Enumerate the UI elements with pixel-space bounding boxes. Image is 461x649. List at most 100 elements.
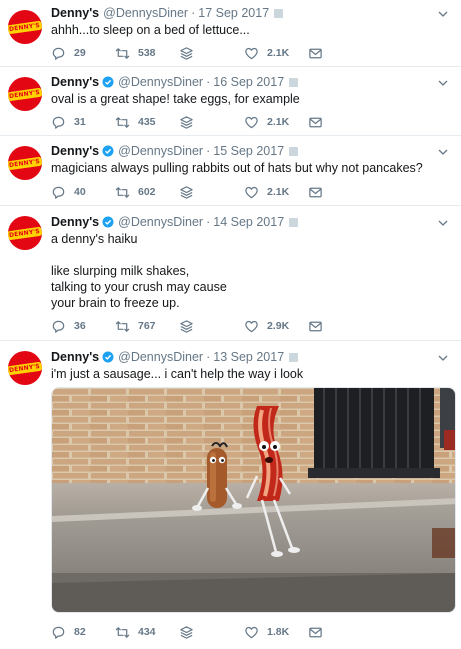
tweet-text-line: your brain to freeze up. — [51, 296, 180, 310]
separator-dot: · — [206, 350, 211, 364]
chevron-down-icon[interactable] — [437, 352, 449, 364]
tweet[interactable]: DENNY'S Denny's @DennysDiner · 17 Sep 20… — [0, 0, 461, 67]
tweet-actions: 40 602 2.1K — [51, 185, 331, 201]
retweet-count: 602 — [138, 186, 156, 198]
stack-button[interactable] — [179, 115, 202, 130]
tweet-date[interactable]: 14 Sep 2017 — [213, 215, 284, 229]
tweet-actions: 82 434 1.8K — [51, 625, 331, 641]
tweet-text-line: like slurping milk shakes, — [51, 264, 190, 278]
retweet-icon — [115, 48, 130, 59]
user-handle[interactable]: @DennysDiner — [118, 75, 203, 89]
message-button[interactable] — [308, 625, 331, 640]
user-handle[interactable]: @DennysDiner — [103, 6, 188, 20]
verified-icon — [102, 145, 114, 157]
tweet-text-line: oval is a great shape! take eggs, for ex… — [51, 92, 300, 106]
separator-dot: · — [206, 144, 211, 158]
avatar[interactable]: DENNY'S — [8, 77, 42, 111]
like-count: 1.8K — [267, 626, 290, 638]
user-handle[interactable]: @DennysDiner — [118, 350, 203, 364]
reply-icon — [52, 186, 65, 199]
heart-icon — [245, 186, 258, 199]
like-count: 2.1K — [267, 116, 290, 128]
tweet-header: Denny's @DennysDiner · 15 Sep 2017 — [51, 144, 299, 158]
retweet-button[interactable]: 434 — [115, 625, 156, 640]
like-button[interactable]: 1.8K — [244, 625, 289, 640]
verified-icon — [102, 76, 114, 88]
retweet-icon — [115, 321, 130, 332]
message-button[interactable] — [308, 185, 331, 200]
message-button[interactable] — [308, 46, 331, 61]
display-name[interactable]: Denny's — [51, 144, 99, 158]
reply-count: 36 — [74, 320, 86, 332]
retweet-count: 767 — [138, 320, 156, 332]
tweet-date[interactable]: 13 Sep 2017 — [213, 350, 284, 364]
display-name[interactable]: Denny's — [51, 6, 99, 20]
separator-dot: · — [206, 75, 211, 89]
sausage-bacon-photo — [52, 388, 455, 612]
stack-button[interactable] — [179, 319, 202, 334]
mail-icon — [309, 627, 322, 638]
mail-icon — [309, 117, 322, 128]
status-square-icon — [289, 77, 299, 87]
tweet-date[interactable]: 15 Sep 2017 — [213, 144, 284, 158]
reply-button[interactable]: 31 — [51, 115, 86, 130]
retweet-button[interactable]: 767 — [115, 319, 156, 334]
retweet-count: 435 — [138, 116, 156, 128]
retweet-button[interactable]: 602 — [115, 185, 156, 200]
like-count: 2.9K — [267, 320, 290, 332]
retweet-count: 434 — [138, 626, 156, 638]
stack-icon — [180, 186, 193, 199]
tweet-text: oval is a great shape! take eggs, for ex… — [51, 91, 300, 107]
avatar[interactable]: DENNY'S — [8, 10, 42, 44]
mail-icon — [309, 48, 322, 59]
retweet-button[interactable]: 538 — [115, 46, 156, 61]
message-button[interactable] — [308, 115, 331, 130]
stack-button[interactable] — [179, 625, 202, 640]
tweet-header: Denny's @DennysDiner · 17 Sep 2017 — [51, 6, 284, 20]
tweet-text-line — [51, 247, 227, 263]
display-name[interactable]: Denny's — [51, 350, 99, 364]
display-name[interactable]: Denny's — [51, 215, 99, 229]
reply-button[interactable]: 36 — [51, 319, 86, 334]
avatar[interactable]: DENNY'S — [8, 146, 42, 180]
tweet-actions: 31 435 2.1K — [51, 115, 331, 131]
stack-button[interactable] — [179, 46, 202, 61]
tweet[interactable]: DENNY'S Denny's @DennysDiner · 15 Sep 20… — [0, 136, 461, 206]
like-button[interactable]: 2.9K — [244, 319, 289, 334]
tweet[interactable]: DENNY'S Denny's @DennysDiner · 14 Sep 20… — [0, 206, 461, 341]
tweet-header: Denny's @DennysDiner · 14 Sep 2017 — [51, 215, 299, 229]
like-button[interactable]: 2.1K — [244, 46, 289, 61]
reply-button[interactable]: 40 — [51, 185, 86, 200]
chevron-down-icon[interactable] — [437, 8, 449, 20]
tweet-text: ahhh...to sleep on a bed of lettuce... — [51, 22, 250, 38]
tweet[interactable]: DENNY'S Denny's @DennysDiner · 16 Sep 20… — [0, 67, 461, 136]
reply-button[interactable]: 82 — [51, 625, 86, 640]
tweet-header: Denny's @DennysDiner · 13 Sep 2017 — [51, 350, 299, 364]
message-button[interactable] — [308, 319, 331, 334]
user-handle[interactable]: @DennysDiner — [118, 144, 203, 158]
tweet-date[interactable]: 16 Sep 2017 — [213, 75, 284, 89]
tweet-photo[interactable] — [51, 387, 456, 613]
display-name[interactable]: Denny's — [51, 75, 99, 89]
chevron-down-icon[interactable] — [437, 217, 449, 229]
tweet-actions: 29 538 2.1K — [51, 46, 331, 62]
separator-dot: · — [191, 6, 196, 20]
reply-button[interactable]: 29 — [51, 46, 86, 61]
like-button[interactable]: 2.1K — [244, 185, 289, 200]
reply-icon — [52, 626, 65, 639]
heart-icon — [245, 626, 258, 639]
chevron-down-icon[interactable] — [437, 146, 449, 158]
avatar[interactable]: DENNY'S — [8, 216, 42, 250]
stack-icon — [180, 626, 193, 639]
tweet-text: magicians always pulling rabbits out of … — [51, 160, 423, 176]
user-handle[interactable]: @DennysDiner — [118, 215, 203, 229]
verified-icon — [102, 216, 114, 228]
status-square-icon — [289, 146, 299, 156]
dennys-logo: DENNY'S — [8, 20, 42, 34]
avatar[interactable]: DENNY'S — [8, 351, 42, 385]
tweet-date[interactable]: 17 Sep 2017 — [198, 6, 269, 20]
chevron-down-icon[interactable] — [437, 77, 449, 89]
stack-button[interactable] — [179, 185, 202, 200]
retweet-button[interactable]: 435 — [115, 115, 156, 130]
like-button[interactable]: 2.1K — [244, 115, 289, 130]
